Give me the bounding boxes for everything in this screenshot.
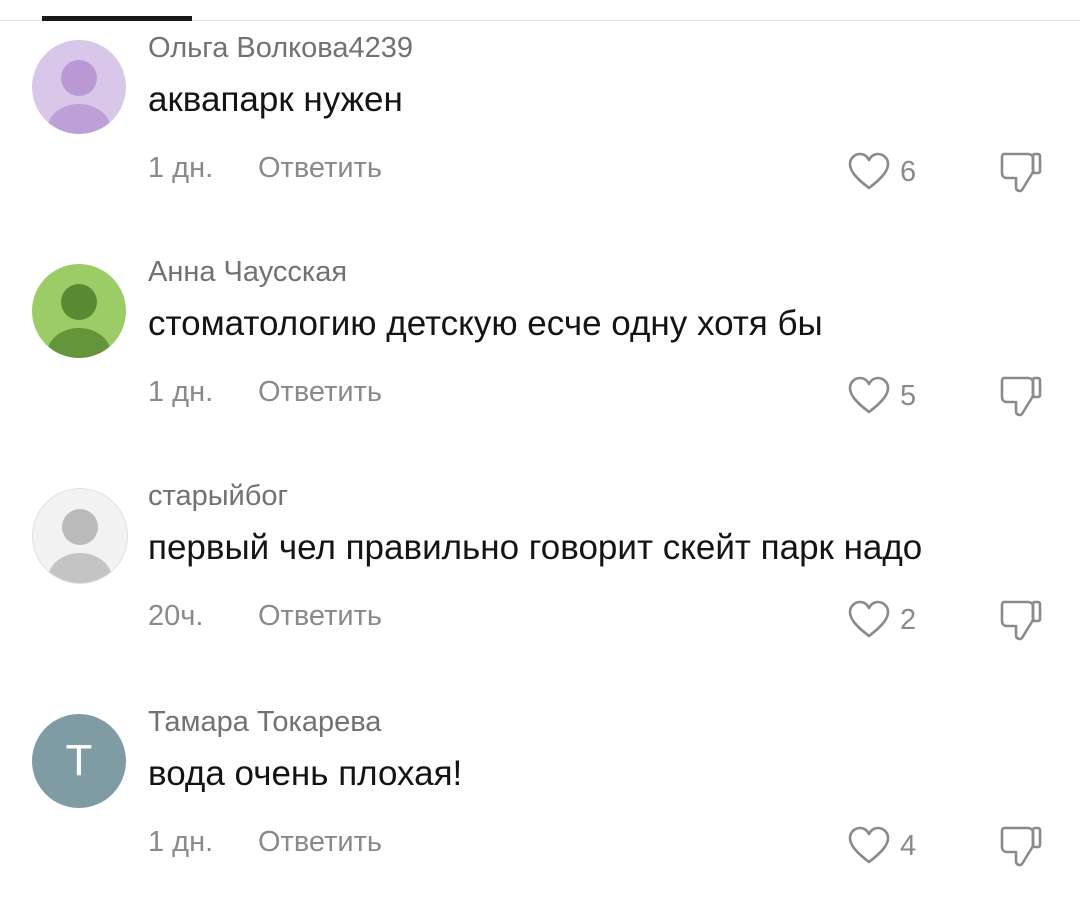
comment-item: Ольга Волкова4239 аквапарк нужен 1 дн. О… (0, 32, 1080, 240)
comment-author[interactable]: Анна Чаусская (148, 256, 347, 289)
reply-button[interactable]: Ответить (258, 600, 382, 633)
avatar-image (33, 489, 127, 583)
comment-time: 1 дн. (148, 826, 214, 858)
reply-button[interactable]: Ответить (258, 152, 382, 185)
dislike-button[interactable] (998, 374, 1046, 418)
comment-author[interactable]: старыйбог (148, 480, 288, 513)
avatar-letter: Т (65, 736, 93, 785)
like-button[interactable]: 5 (848, 374, 938, 418)
comment-item: старыйбог первый чел правильно говорит с… (0, 480, 1080, 688)
reply-button[interactable]: Ответить (258, 376, 382, 409)
avatar-image (32, 264, 126, 358)
comment-text: стоматологию детскую есче одну хотя бы (148, 304, 823, 343)
comment-time: 20ч. (148, 600, 204, 632)
comment-item: Т Тамара Токарева вода очень плохая! 1 д… (0, 706, 1080, 914)
comment-text: первый чел правильно говорит скейт парк … (148, 528, 923, 567)
like-button[interactable]: 4 (848, 824, 938, 868)
thumbs-down-icon (1000, 376, 1042, 417)
comment-text: аквапарк нужен (148, 80, 403, 119)
active-tab-indicator (42, 16, 192, 21)
like-button[interactable]: 6 (848, 150, 938, 194)
heart-icon (848, 152, 890, 190)
heart-icon (848, 376, 890, 414)
dislike-button[interactable] (998, 598, 1046, 642)
comment-item: Анна Чаусская стоматологию детскую есче … (0, 256, 1080, 464)
like-count: 4 (900, 829, 917, 862)
avatar[interactable] (32, 488, 128, 584)
like-count: 6 (900, 155, 917, 188)
thumbs-down-icon (1000, 826, 1042, 867)
comment-author[interactable]: Ольга Волкова4239 (148, 32, 413, 65)
like-count: 5 (900, 379, 917, 412)
avatar[interactable] (32, 40, 126, 134)
thumbs-down-icon (1000, 600, 1042, 641)
heart-icon (848, 826, 890, 864)
avatar-image (32, 40, 126, 134)
comment-time: 1 дн. (148, 376, 214, 408)
avatar[interactable] (32, 264, 126, 358)
comment-time: 1 дн. (148, 152, 214, 184)
comment-author[interactable]: Тамара Токарева (148, 706, 381, 739)
like-count: 2 (900, 603, 917, 636)
dislike-button[interactable] (998, 824, 1046, 868)
like-button[interactable]: 2 (848, 598, 938, 642)
thumbs-down-icon (1000, 152, 1042, 193)
comment-text: вода очень плохая! (148, 754, 463, 793)
avatar[interactable]: Т (32, 714, 126, 808)
heart-icon (848, 600, 890, 638)
reply-button[interactable]: Ответить (258, 826, 382, 859)
dislike-button[interactable] (998, 150, 1046, 194)
